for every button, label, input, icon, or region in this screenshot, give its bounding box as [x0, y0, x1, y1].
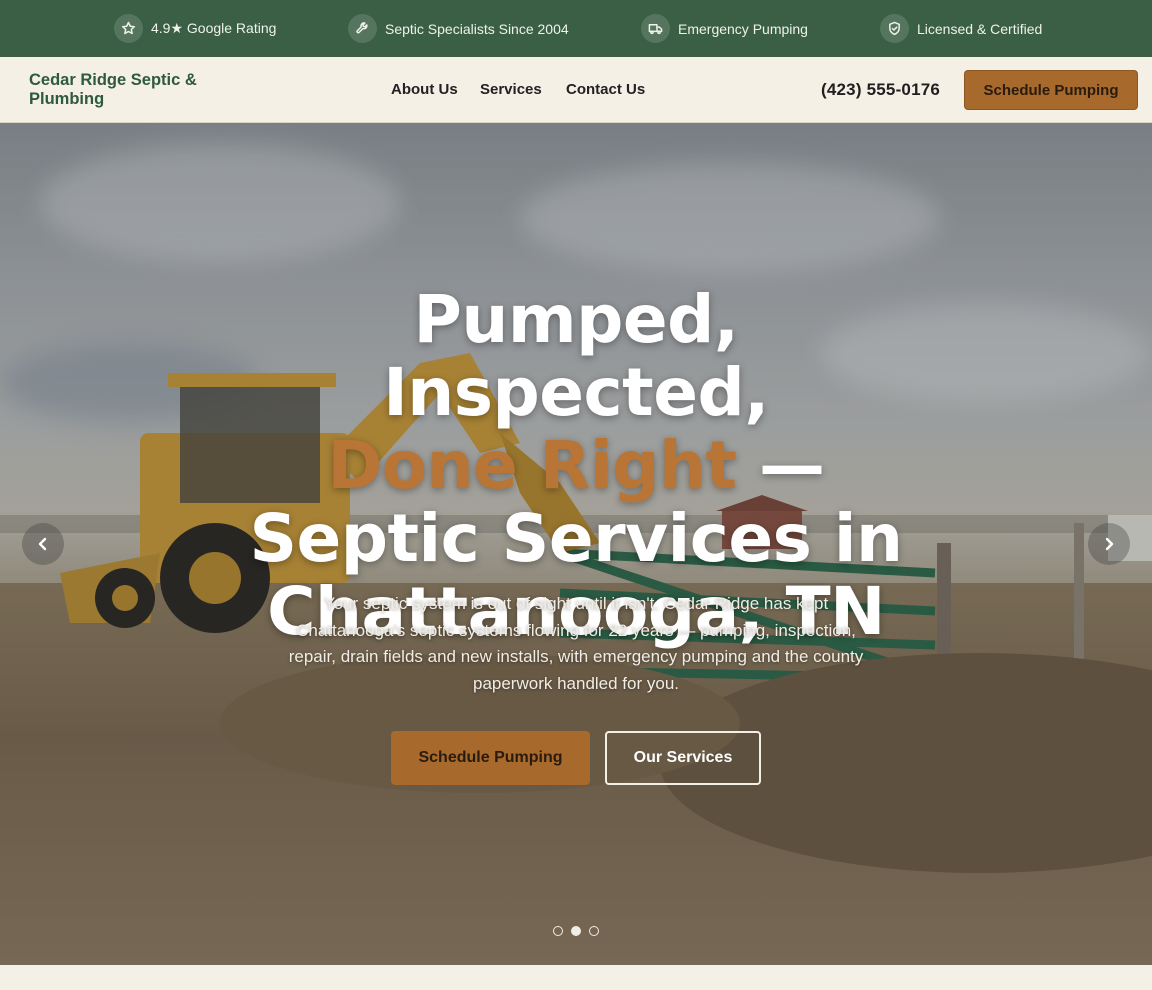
hero-title-accent: Done Right: [327, 427, 737, 504]
hero-schedule-button[interactable]: Schedule Pumping: [391, 731, 590, 785]
site-header: Cedar Ridge Septic & Plumbing About Us S…: [0, 57, 1152, 123]
hero-services-button[interactable]: Our Services: [605, 731, 761, 785]
trust-label: Septic Specialists Since 2004: [385, 20, 569, 37]
nav-services[interactable]: Services: [480, 81, 542, 98]
schedule-pumping-button[interactable]: Schedule Pumping: [964, 70, 1138, 110]
carousel-next-button[interactable]: [1088, 523, 1130, 565]
trust-label: Licensed & Certified: [917, 20, 1043, 37]
truck-icon: [641, 14, 670, 43]
trust-item-licensed: Licensed & Certified: [880, 14, 1042, 43]
trust-item-emergency: Emergency Pumping: [641, 14, 808, 43]
carousel-dot-3[interactable]: [589, 926, 599, 936]
chevron-right-icon: [1105, 537, 1114, 551]
trust-item-since: Septic Specialists Since 2004: [348, 14, 569, 43]
trust-bar: 4.9★ Google Rating Septic Specialists Si…: [0, 0, 1152, 57]
wrench-icon: [348, 14, 377, 43]
trust-label: Emergency Pumping: [678, 20, 808, 37]
carousel-dot-2[interactable]: [571, 926, 581, 936]
hero-carousel: Pumped, Inspected, Done Right — Septic S…: [0, 123, 1152, 965]
carousel-prev-button[interactable]: [22, 523, 64, 565]
star-icon: [114, 14, 143, 43]
carousel-dots: [553, 926, 599, 936]
chevron-left-icon: [38, 537, 47, 551]
phone-link[interactable]: (423) 555-0176: [821, 80, 940, 100]
hero-title-line1: Pumped, Inspected,: [383, 281, 769, 431]
nav-contact[interactable]: Contact Us: [566, 81, 645, 98]
logo[interactable]: Cedar Ridge Septic & Plumbing: [29, 71, 229, 109]
trust-label: 4.9★ Google Rating: [151, 20, 277, 36]
nav-about[interactable]: About Us: [391, 81, 458, 98]
hero-subtitle: Your septic system is out of sight until…: [288, 594, 864, 693]
carousel-dot-1[interactable]: [553, 926, 563, 936]
shield-check-icon: [880, 14, 909, 43]
trust-item-rating: 4.9★ Google Rating: [114, 14, 276, 43]
